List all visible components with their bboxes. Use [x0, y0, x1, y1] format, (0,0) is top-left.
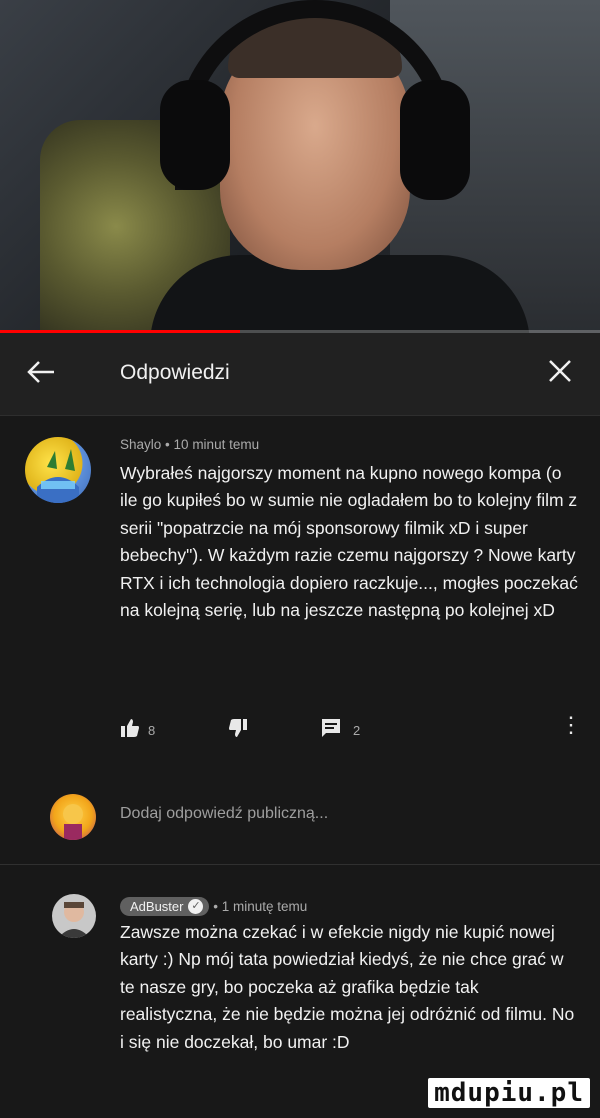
- comment-meta: Shaylo • 10 minut temu: [120, 437, 259, 452]
- reply-input[interactable]: Dodaj odpowiedź publiczną...: [120, 805, 328, 823]
- like-button[interactable]: 8: [120, 718, 155, 743]
- comment-text: Wybrałeś najgorszy moment na kupno noweg…: [120, 463, 578, 621]
- author-badge[interactable]: AdBuster ✓: [120, 897, 210, 916]
- check-icon: ✓: [188, 899, 204, 914]
- dislike-button[interactable]: [228, 718, 248, 743]
- like-count: 8: [148, 723, 156, 738]
- meta-separator: •: [165, 437, 170, 452]
- thumbs-up-icon: [120, 718, 140, 743]
- comment-time: 10 minut temu: [173, 437, 260, 452]
- comment-meta: AdBuster ✓ • 1 minutę temu: [120, 897, 307, 916]
- main-comment: Shaylo • 10 minut temu Wybrałeś najgorsz…: [0, 415, 600, 772]
- comment-author[interactable]: Shaylo: [120, 437, 161, 452]
- comment-actions: 8 2 ⋮: [120, 712, 582, 743]
- comment-author: AdBuster: [130, 899, 184, 914]
- thumbs-down-icon: [228, 718, 248, 743]
- avatar: [50, 794, 96, 840]
- header-title: Odpowiedzi: [120, 361, 230, 384]
- replies-header: Odpowiedzi: [0, 333, 600, 416]
- replies-button[interactable]: 2: [321, 718, 360, 743]
- avatar[interactable]: [52, 894, 96, 938]
- close-icon[interactable]: [542, 353, 578, 389]
- reply-count: 2: [353, 723, 361, 738]
- comment-time: 1 minutę temu: [221, 899, 308, 914]
- more-options-icon[interactable]: ⋮: [560, 712, 582, 738]
- back-arrow-icon[interactable]: [24, 355, 58, 389]
- video-player[interactable]: [0, 0, 600, 333]
- watermark-logo: mdupiu.pl: [428, 1078, 590, 1108]
- headphones-right-cup: [400, 80, 470, 200]
- headphones-left-cup: [160, 80, 230, 190]
- meta-separator: •: [213, 899, 218, 914]
- reply-input-bar[interactable]: Dodaj odpowiedź publiczną...: [0, 772, 600, 864]
- avatar[interactable]: [25, 437, 91, 503]
- comment-text: Zawsze można czekać i w efekcie nigdy ni…: [120, 922, 575, 1052]
- comment-icon: [321, 718, 341, 743]
